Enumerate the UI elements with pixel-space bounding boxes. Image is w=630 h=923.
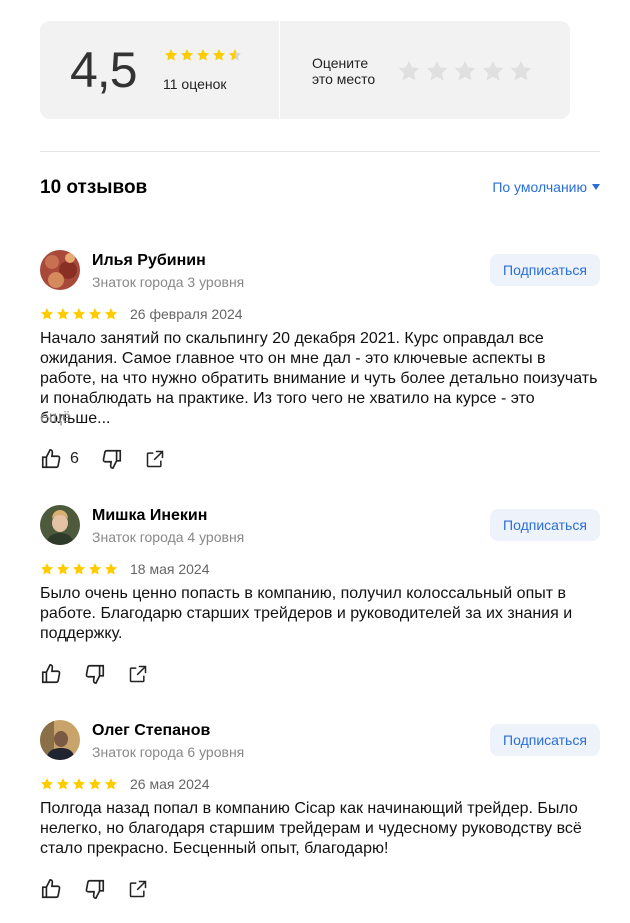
review-stars: [40, 777, 118, 791]
star-icon: [88, 777, 102, 791]
star-icon: [104, 307, 118, 321]
rating-summary-card: 4,5 11 оценок Оцените это место: [40, 21, 570, 119]
share-icon: [129, 880, 147, 898]
star-icon: [56, 777, 70, 791]
star-icon: [88, 307, 102, 321]
thumbs-up-icon: [41, 664, 61, 684]
star-icon: [56, 307, 70, 321]
star-icon: [72, 777, 86, 791]
thumbs-down-icon: [85, 664, 105, 684]
review-rating: 26 февраля 2024: [40, 306, 243, 322]
half-star-icon: [228, 48, 242, 62]
avatar[interactable]: [40, 250, 80, 290]
author-name[interactable]: Олег Степанов: [92, 722, 210, 740]
rate-stars: [397, 59, 533, 83]
author-name[interactable]: Илья Рубинин: [92, 252, 206, 270]
rate-prompt-line1: Оцените: [312, 55, 369, 71]
share-icon: [146, 450, 164, 468]
author-level: Знаток города 6 уровня: [92, 744, 245, 760]
star-icon: [40, 562, 54, 576]
like-button[interactable]: [40, 878, 62, 900]
subscribe-button[interactable]: Подписаться: [490, 254, 600, 286]
sort-dropdown[interactable]: По умолчанию: [492, 179, 600, 195]
avatar[interactable]: [40, 720, 80, 760]
thumbs-up-icon: [41, 879, 61, 899]
card-divider: [279, 21, 280, 119]
ratings-count: 11 оценок: [163, 76, 227, 92]
review-stars: [40, 562, 118, 576]
author-name[interactable]: Мишка Инекин: [92, 507, 207, 525]
share-button[interactable]: [128, 879, 148, 899]
average-stars: [164, 48, 242, 62]
like-count: 6: [70, 450, 79, 467]
rate-prompt: Оцените это место: [312, 55, 375, 87]
star-icon: [88, 562, 102, 576]
star-icon: [72, 307, 86, 321]
dislike-button[interactable]: [101, 448, 123, 470]
review-date: 26 мая 2024: [130, 776, 210, 792]
rate-prompt-line2: это место: [312, 71, 376, 87]
star-icon: [40, 307, 54, 321]
star-icon: [180, 48, 194, 62]
dislike-button[interactable]: [84, 878, 106, 900]
author-level: Знаток города 4 уровня: [92, 529, 245, 545]
like-button[interactable]: 6: [40, 448, 79, 470]
star-icon: [164, 48, 178, 62]
star-icon: [104, 777, 118, 791]
review-actions: [40, 878, 170, 900]
review-rating: 18 мая 2024: [40, 561, 210, 577]
review-rating: 26 мая 2024: [40, 776, 210, 792]
like-button[interactable]: [40, 663, 62, 685]
star-icon: [72, 562, 86, 576]
reviews-count-title: 10 отзывов: [40, 177, 148, 198]
star-icon: [56, 562, 70, 576]
review-text: Было очень ценно попасть в компанию, пол…: [40, 585, 573, 642]
review-stars: [40, 307, 118, 321]
star-icon: [104, 562, 118, 576]
rate-star-5-icon[interactable]: [509, 59, 533, 83]
average-score: 4,5: [70, 42, 138, 98]
review-actions: [40, 663, 170, 685]
sort-label: По умолчанию: [492, 179, 587, 195]
chevron-down-icon: [592, 184, 600, 190]
rate-star-3-icon[interactable]: [453, 59, 477, 83]
thumbs-down-icon: [85, 879, 105, 899]
share-button[interactable]: [128, 664, 148, 684]
star-icon: [212, 48, 226, 62]
section-divider: [40, 151, 600, 152]
review-date: 18 мая 2024: [130, 561, 210, 577]
subscribe-button[interactable]: Подписаться: [490, 724, 600, 756]
review-actions: 6: [40, 448, 187, 470]
share-icon: [129, 665, 147, 683]
thumbs-up-icon: [41, 449, 61, 469]
dislike-button[interactable]: [84, 663, 106, 685]
rate-star-4-icon[interactable]: [481, 59, 505, 83]
subscribe-button[interactable]: Подписаться: [490, 509, 600, 541]
avatar[interactable]: [40, 505, 80, 545]
thumbs-down-icon: [102, 449, 121, 469]
review-text: Полгода назад попал в компанию Cicap как…: [40, 800, 582, 857]
share-button[interactable]: [145, 449, 165, 469]
rate-star-2-icon[interactable]: [425, 59, 449, 83]
author-level: Знаток города 3 уровня: [92, 274, 245, 290]
star-icon: [196, 48, 210, 62]
rate-star-1-icon[interactable]: [397, 59, 421, 83]
expand-link[interactable]: ещё: [40, 409, 71, 427]
review-text: Начало занятий по скальпингу 20 декабря …: [40, 330, 598, 427]
star-icon: [40, 777, 54, 791]
review-date: 26 февраля 2024: [130, 306, 243, 322]
